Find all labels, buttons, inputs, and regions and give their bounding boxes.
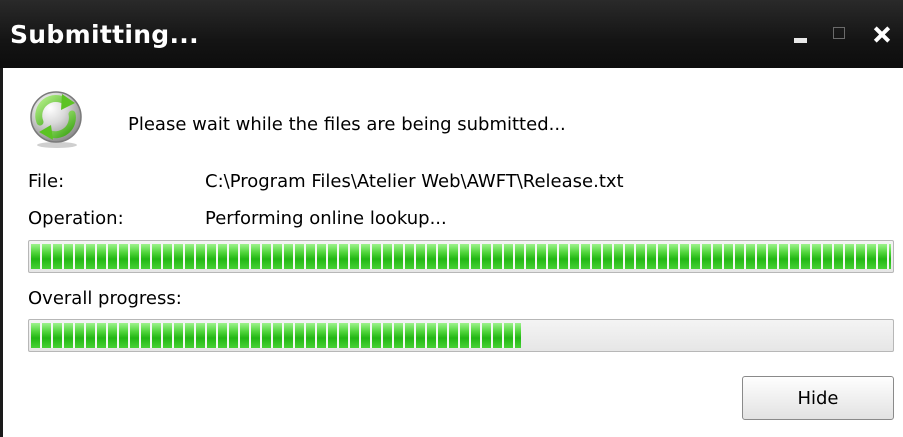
operation-progress-fill — [31, 244, 891, 269]
overall-progress-label: Overall progress: — [28, 288, 182, 309]
close-icon[interactable] — [869, 22, 895, 48]
file-path: C:\Program Files\Atelier Web\AWFT\Releas… — [205, 171, 624, 192]
operation-status: Performing online lookup... — [205, 208, 447, 229]
hide-button[interactable]: Hide — [742, 376, 894, 420]
maximize-icon[interactable] — [827, 22, 853, 48]
title-bar[interactable]: Submitting... — [0, 0, 903, 68]
overall-progress-fill — [31, 323, 521, 348]
window-border — [0, 68, 3, 437]
window-title: Submitting... — [10, 20, 199, 49]
status-message: Please wait while the files are being su… — [128, 114, 566, 135]
submitting-dialog: Submitting... Please wait while the file… — [0, 0, 903, 437]
operation-progress-bar — [28, 240, 894, 273]
minimize-icon[interactable] — [788, 22, 814, 48]
operation-label: Operation: — [28, 208, 124, 229]
overall-progress-bar — [28, 319, 894, 352]
submit-refresh-icon — [30, 91, 82, 148]
file-label: File: — [28, 171, 65, 192]
